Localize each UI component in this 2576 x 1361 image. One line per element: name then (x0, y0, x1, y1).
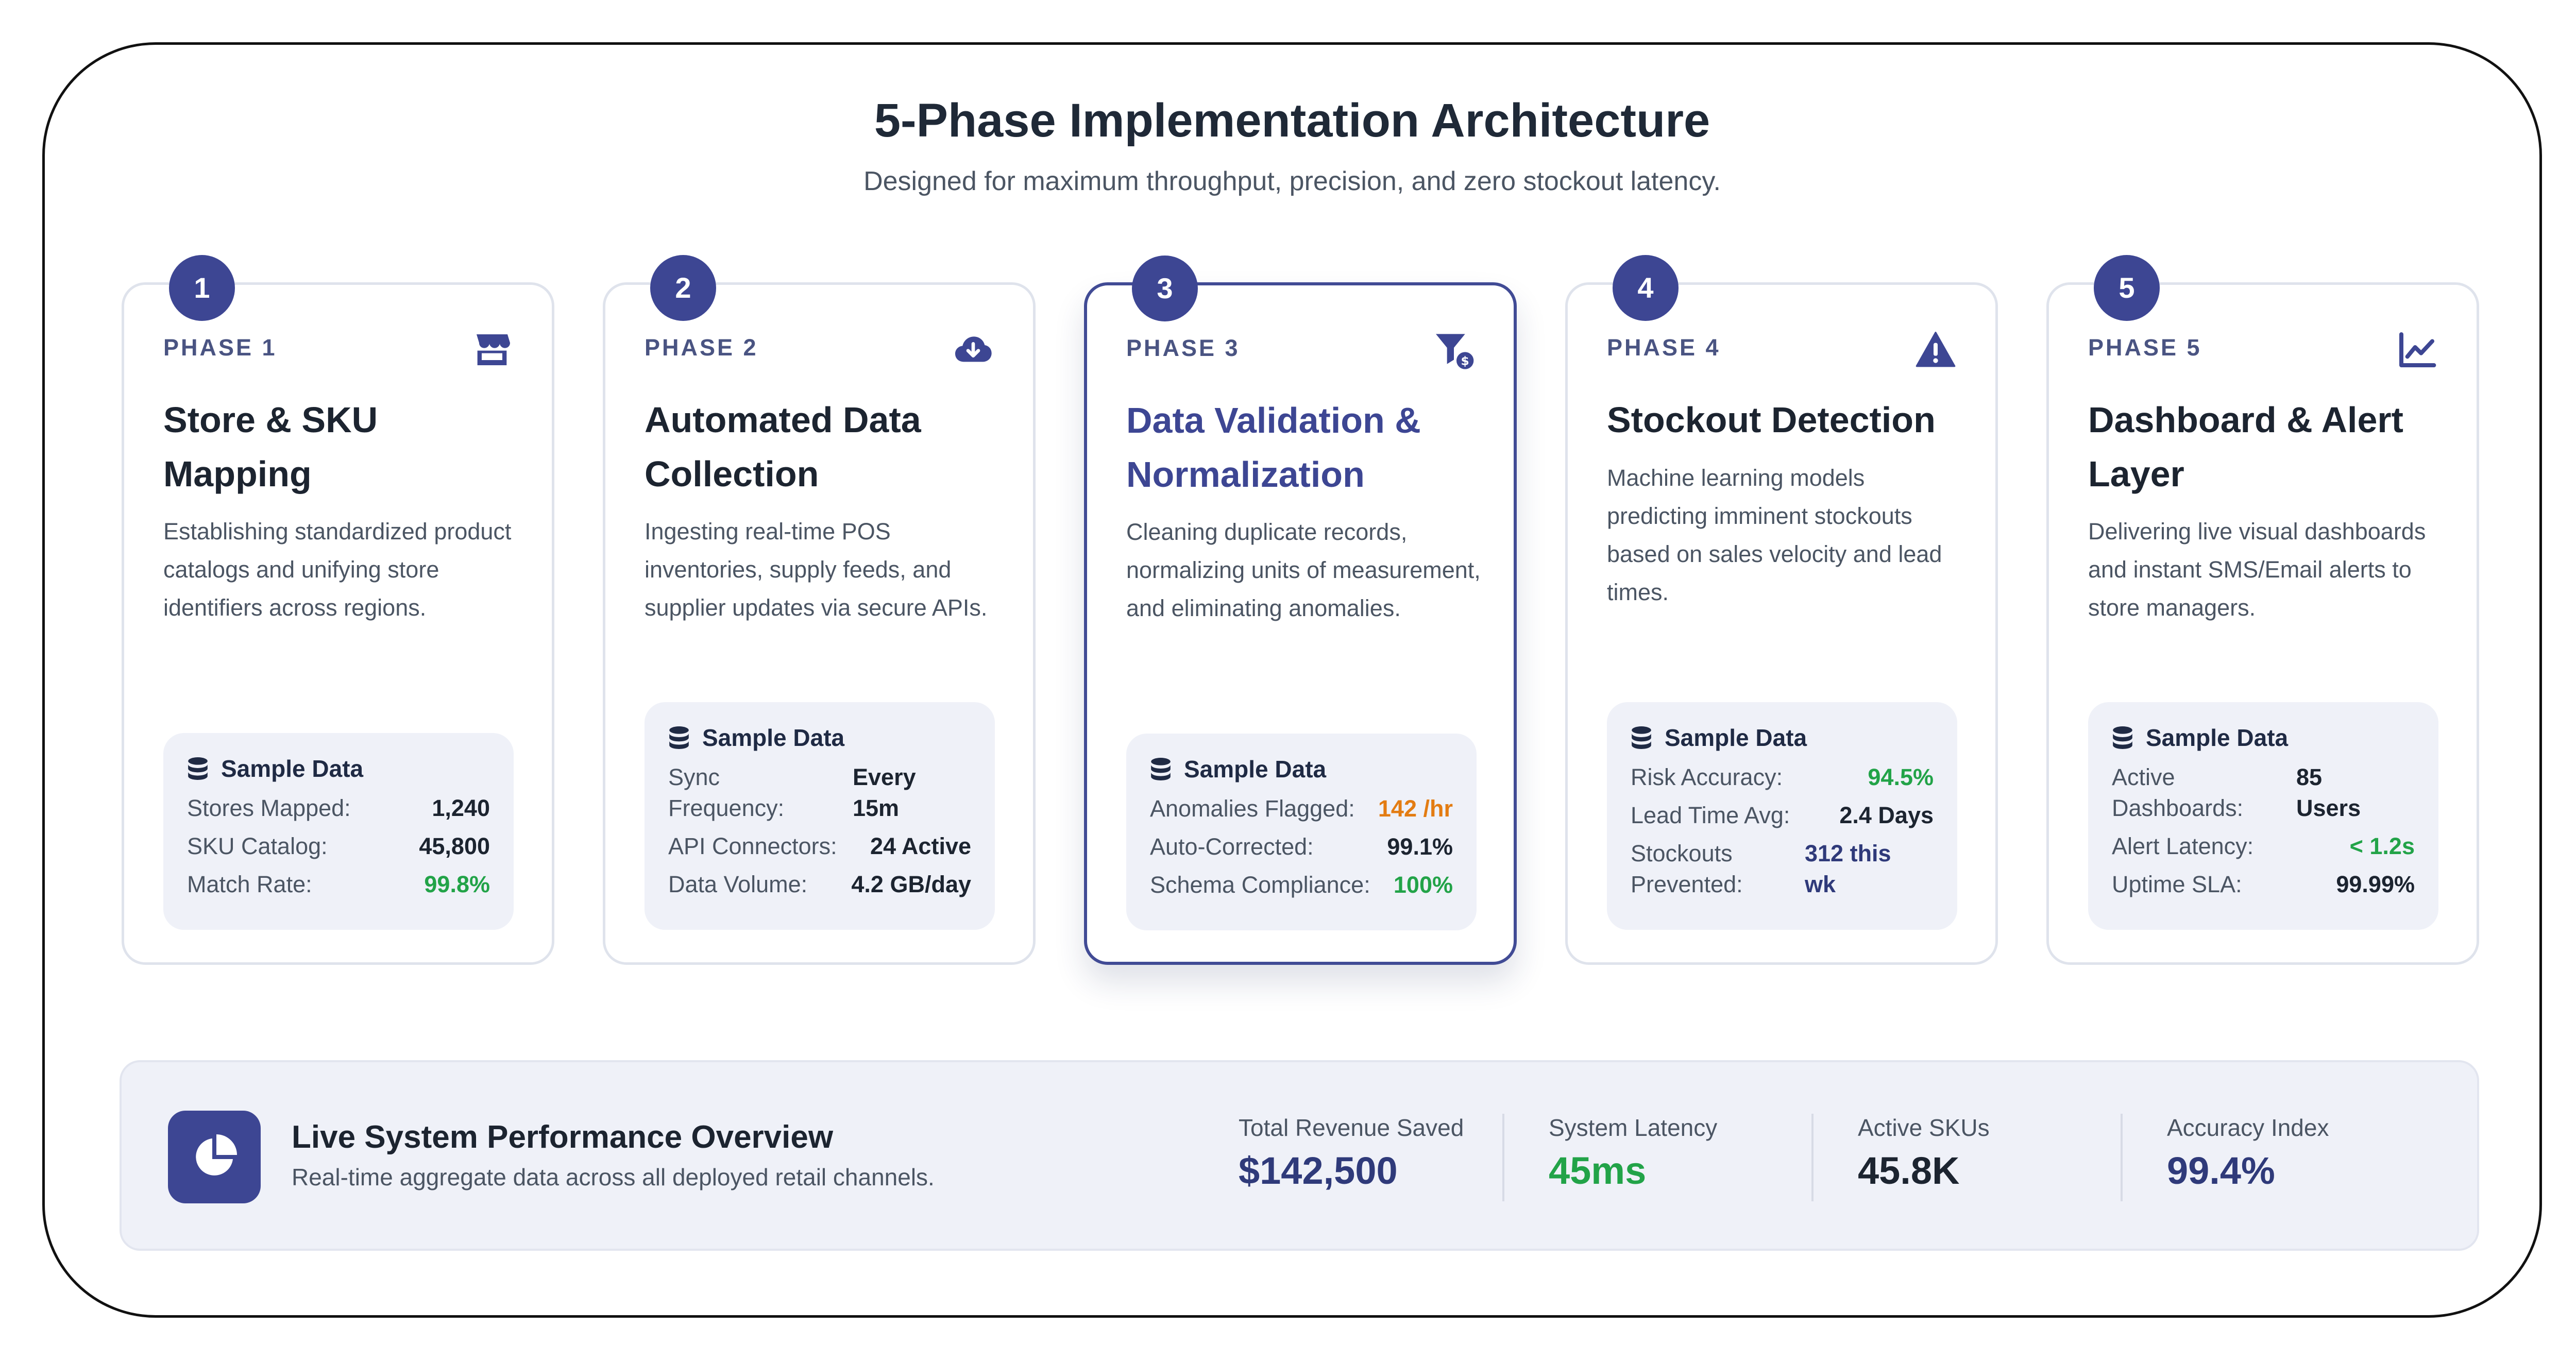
sample-data-header: Sample Data (1631, 721, 1934, 755)
performance-title: Live System Performance Overview (292, 1119, 834, 1155)
sample-data-panel: Sample Data Risk Accuracy: 94.5% Lead Tim… (1607, 702, 1957, 930)
sample-row: Alert Latency: < 1.2s (2112, 833, 2415, 859)
sample-data-panel: Sample Data Stores Mapped: 1,240 SKU Cata… (163, 733, 514, 930)
database-icon (1151, 758, 1171, 780)
page-title: 5-Phase Implementation Architecture (874, 94, 1710, 147)
phase-description: Cleaning duplicate records, normalizing … (1126, 519, 1481, 621)
sample-row: SKU Catalog: 45,800 (187, 833, 490, 859)
sample-row: Stores Mapped: 1,240 (187, 795, 490, 821)
phase-card-2[interactable]: 2 PHASE 2 Automated Data Collection Inge… (603, 255, 1036, 965)
phase-number-badge: 2 (650, 255, 716, 321)
metric-divider (1811, 1114, 1814, 1201)
sample-data-panel: Sample Data Active Dashboards: 85 Users Al… (2088, 702, 2438, 930)
phase-title: Dashboard & Alert Layer (2088, 400, 2403, 494)
phase-card-1[interactable]: 1 PHASE 1 Store & SKU Mapping Establishi… (122, 255, 554, 965)
phase-label: PHASE 2 (645, 334, 758, 361)
sample-data-header: Sample Data (1150, 752, 1453, 786)
sample-row: Schema Compliance: 100% (1150, 872, 1453, 898)
metric-active-skus: Active SKUs 45.8K (1858, 1114, 1990, 1193)
sample-row: Active Dashboards: 85 Users (2112, 764, 2361, 821)
sample-data-panel: Sample Data Sync Frequency: Every 15m API … (645, 702, 995, 930)
metric-label: Accuracy Index (2167, 1114, 2329, 1141)
sample-row: Stockouts Prevented: 312 this wk (1631, 840, 1891, 897)
sample-data-header: Sample Data (187, 752, 490, 786)
sample-row: Anomalies Flagged: 142 /hr (1150, 795, 1453, 822)
sample-data-header: Sample Data (668, 721, 971, 755)
pie-chart-icon-tile (168, 1111, 261, 1203)
sample-row: Match Rate: 99.8% (187, 871, 490, 897)
sample-data-header: Sample Data (2112, 721, 2415, 755)
line-chart-icon (2399, 332, 2436, 367)
sample-row: Lead Time Avg: 2.4 Days (1631, 802, 1934, 828)
cloud-download-icon (955, 336, 992, 362)
database-icon (2113, 726, 2132, 749)
phase-card-3[interactable]: 3 PHASE 3 $ Data Validation & Normalizat… (1084, 256, 1517, 965)
phase-title: Automated Data Collection (645, 400, 921, 494)
svg-text:$: $ (1461, 354, 1469, 368)
store-icon (477, 334, 510, 365)
sample-row: API Connectors: 24 Active (668, 833, 971, 859)
phase-label: PHASE 5 (2088, 334, 2202, 361)
sample-data-panel: Sample Data Anomalies Flagged: 142 /hr Au… (1126, 734, 1477, 930)
database-icon (188, 757, 208, 780)
phase-number-badge: 4 (1613, 255, 1679, 321)
sample-row: Uptime SLA: 99.99% (2112, 871, 2415, 897)
metric-label: Active SKUs (1858, 1114, 1990, 1141)
filter-dollar-icon: $ (1436, 334, 1474, 369)
phase-description: Establishing standardized product catalo… (163, 518, 512, 621)
phase-title: Stockout Detection (1607, 400, 1936, 440)
page-subtitle: Designed for maximum throughput, precisi… (863, 166, 1721, 196)
phase-card-5[interactable]: 5 PHASE 5 Dashboard & Alert Layer Delive… (2046, 255, 2479, 965)
phase-description: Ingesting real-time POS inventories, sup… (645, 518, 988, 621)
phase-card-4[interactable]: 4 PHASE 4 Stockout Detection Machine lea… (1565, 255, 1998, 965)
database-icon (669, 726, 689, 749)
metric-value: 99.4% (2167, 1149, 2275, 1192)
phase-title: Store & SKU Mapping (163, 400, 378, 494)
metric-label: Total Revenue Saved (1239, 1114, 1464, 1141)
warning-icon (1916, 332, 1956, 367)
metric-system-latency: System Latency 45ms (1549, 1114, 1717, 1193)
phase-description: Machine learning models predicting immin… (1607, 465, 1942, 605)
metric-value: $142,500 (1239, 1149, 1398, 1192)
metric-accuracy-index: Accuracy Index 99.4% (2167, 1114, 2329, 1193)
metric-value: 45.8K (1858, 1149, 1960, 1192)
phase-number-badge: 3 (1132, 256, 1198, 321)
pie-chart-icon (196, 1134, 237, 1176)
database-icon (1632, 726, 1651, 749)
phase-description: Delivering live visual dashboards and in… (2088, 518, 2426, 621)
metric-divider (2121, 1114, 2123, 1201)
phase-title: Data Validation & Normalization (1126, 400, 1421, 495)
phase-number-badge: 1 (169, 255, 235, 321)
sample-row: Risk Accuracy: 94.5% (1631, 764, 1934, 790)
metric-revenue-saved: Total Revenue Saved $142,500 (1239, 1114, 1464, 1193)
phase-label: PHASE 3 (1126, 335, 1240, 361)
metric-label: System Latency (1549, 1114, 1718, 1141)
metric-divider (1502, 1114, 1504, 1201)
performance-overview-panel: Live System Performance Overview Real-ti… (120, 1060, 2479, 1251)
phase-number-badge: 5 (2094, 255, 2160, 321)
sample-row: Sync Frequency: Every 15m (668, 764, 916, 821)
performance-subtitle: Real-time aggregate data across all depl… (292, 1164, 935, 1190)
metric-value: 45ms (1549, 1149, 1647, 1192)
sample-row: Auto-Corrected: 99.1% (1150, 833, 1453, 860)
phase-label: PHASE 4 (1607, 334, 1721, 361)
phase-label: PHASE 1 (163, 334, 277, 361)
sample-row: Data Volume: 4.2 GB/day (668, 871, 971, 897)
